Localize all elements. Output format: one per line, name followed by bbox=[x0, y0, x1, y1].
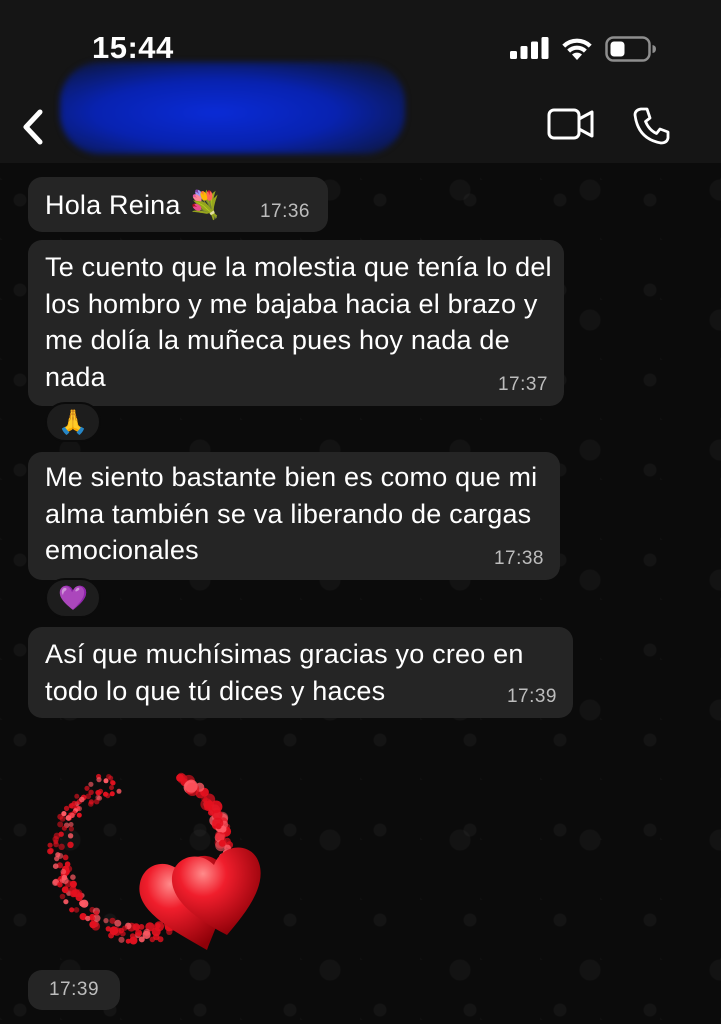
heart-particle bbox=[200, 798, 213, 811]
heart-particle bbox=[76, 812, 82, 818]
heart-particle bbox=[88, 781, 94, 787]
heart-particle bbox=[218, 839, 226, 847]
heart-particle bbox=[89, 915, 96, 921]
message-time: 17:39 bbox=[506, 686, 557, 707]
heart-particle bbox=[138, 924, 145, 930]
message-time: 17:36 bbox=[259, 201, 310, 222]
heart-particle bbox=[116, 788, 122, 794]
heart-particle bbox=[61, 874, 68, 881]
heart-particle bbox=[59, 893, 66, 900]
heart-particle bbox=[184, 779, 198, 793]
heart-particle bbox=[53, 832, 61, 840]
heart-particle bbox=[95, 789, 101, 796]
heart-particle bbox=[60, 868, 67, 875]
message-text: Así que muchísimas gracias yo creo en to… bbox=[45, 639, 524, 706]
message-time: 17:38 bbox=[493, 548, 544, 569]
heart-particle bbox=[68, 826, 74, 832]
heart-particle bbox=[122, 925, 128, 931]
heart-particle bbox=[47, 842, 53, 848]
back-chevron-icon[interactable] bbox=[18, 108, 48, 146]
battery-icon bbox=[605, 36, 656, 62]
message-bubble[interactable]: Me siento bastante bien es como que mi a… bbox=[28, 452, 560, 580]
cellular-signal-icon bbox=[510, 37, 549, 59]
heart-particle bbox=[62, 854, 69, 861]
heart-particle bbox=[103, 918, 109, 924]
heart-particle bbox=[73, 907, 80, 913]
sticker-time: 17:39 bbox=[28, 970, 120, 1010]
status-time: 15:44 bbox=[92, 30, 174, 65]
phone-call-icon[interactable] bbox=[632, 106, 670, 146]
redacted-contact-name[interactable] bbox=[60, 62, 405, 154]
chat-screen: 15:44 Hola Reina 💐 17:36 Te cuento que l… bbox=[0, 0, 721, 1024]
heart-particle bbox=[61, 811, 67, 817]
message-text: Me siento bastante bien es como que mi a… bbox=[45, 462, 538, 565]
heart-particle bbox=[68, 822, 74, 827]
heart-particle bbox=[89, 920, 97, 929]
heart-particle bbox=[63, 899, 69, 905]
heart-particle bbox=[55, 852, 61, 858]
heart-particle bbox=[95, 794, 101, 801]
heart-particle bbox=[63, 805, 70, 812]
heart-particle bbox=[96, 777, 102, 783]
heart-particle bbox=[69, 907, 75, 913]
heart-particle bbox=[151, 927, 161, 937]
heart-particle bbox=[138, 936, 145, 943]
heart-particle bbox=[52, 863, 59, 869]
wifi-icon bbox=[562, 38, 592, 60]
heart-particle bbox=[110, 780, 116, 786]
heart-particle bbox=[65, 865, 73, 873]
message-bubble[interactable]: Hola Reina 💐 17:36 bbox=[28, 177, 328, 232]
heart-particle bbox=[109, 791, 115, 797]
heart-particle bbox=[67, 841, 74, 848]
heart-particle bbox=[79, 796, 85, 803]
heart-particle bbox=[69, 802, 76, 809]
heart-particle bbox=[80, 899, 89, 908]
heart-particle bbox=[109, 785, 114, 791]
heart-particle bbox=[93, 910, 100, 916]
heart-particle bbox=[53, 839, 59, 845]
heart-particle bbox=[74, 793, 80, 799]
heart-particle bbox=[58, 843, 65, 850]
heart-particle bbox=[125, 938, 131, 944]
video-call-icon[interactable] bbox=[547, 106, 595, 142]
heart-particle bbox=[61, 886, 69, 894]
heart-particle bbox=[85, 915, 91, 922]
reaction-badge[interactable]: 🙏 bbox=[45, 402, 101, 442]
heart-particle bbox=[118, 936, 125, 943]
heart-particle bbox=[57, 881, 63, 888]
heart-particle bbox=[103, 791, 109, 797]
heart-particle bbox=[215, 823, 222, 830]
heart-particle bbox=[212, 809, 223, 820]
heart-particle bbox=[69, 812, 75, 818]
heart-particle bbox=[120, 930, 126, 937]
message-text: Hola Reina 💐 bbox=[45, 190, 223, 220]
heart-particle bbox=[149, 936, 156, 943]
heart-particle bbox=[135, 929, 143, 937]
heart-particle bbox=[114, 919, 122, 927]
hearts-sticker[interactable] bbox=[22, 745, 272, 960]
message-text: Te cuento que la molestia que tenía lo d… bbox=[45, 252, 552, 392]
message-time: 17:37 bbox=[497, 374, 548, 395]
heart-particle bbox=[67, 833, 74, 839]
heart-particle bbox=[84, 785, 90, 791]
heart-particle bbox=[61, 825, 67, 831]
message-bubble[interactable]: Así que muchísimas gracias yo creo en to… bbox=[28, 627, 573, 718]
chat-header: 15:44 bbox=[0, 0, 721, 163]
heart-particle bbox=[48, 847, 54, 854]
heart-particle bbox=[57, 821, 64, 828]
message-bubble[interactable]: Te cuento que la molestia que tenía lo d… bbox=[28, 240, 564, 406]
heart-particle bbox=[143, 928, 151, 936]
heart-particle bbox=[109, 926, 119, 936]
heart-particle bbox=[70, 874, 76, 880]
heart-particle bbox=[88, 789, 94, 795]
heart-particle bbox=[106, 774, 112, 780]
heart-particle bbox=[88, 801, 94, 807]
heart-particle bbox=[70, 890, 77, 898]
heart-particle bbox=[177, 772, 186, 782]
heart-particle bbox=[103, 778, 109, 784]
heart-particle bbox=[129, 933, 136, 939]
reaction-badge[interactable]: 💜 bbox=[45, 578, 101, 618]
